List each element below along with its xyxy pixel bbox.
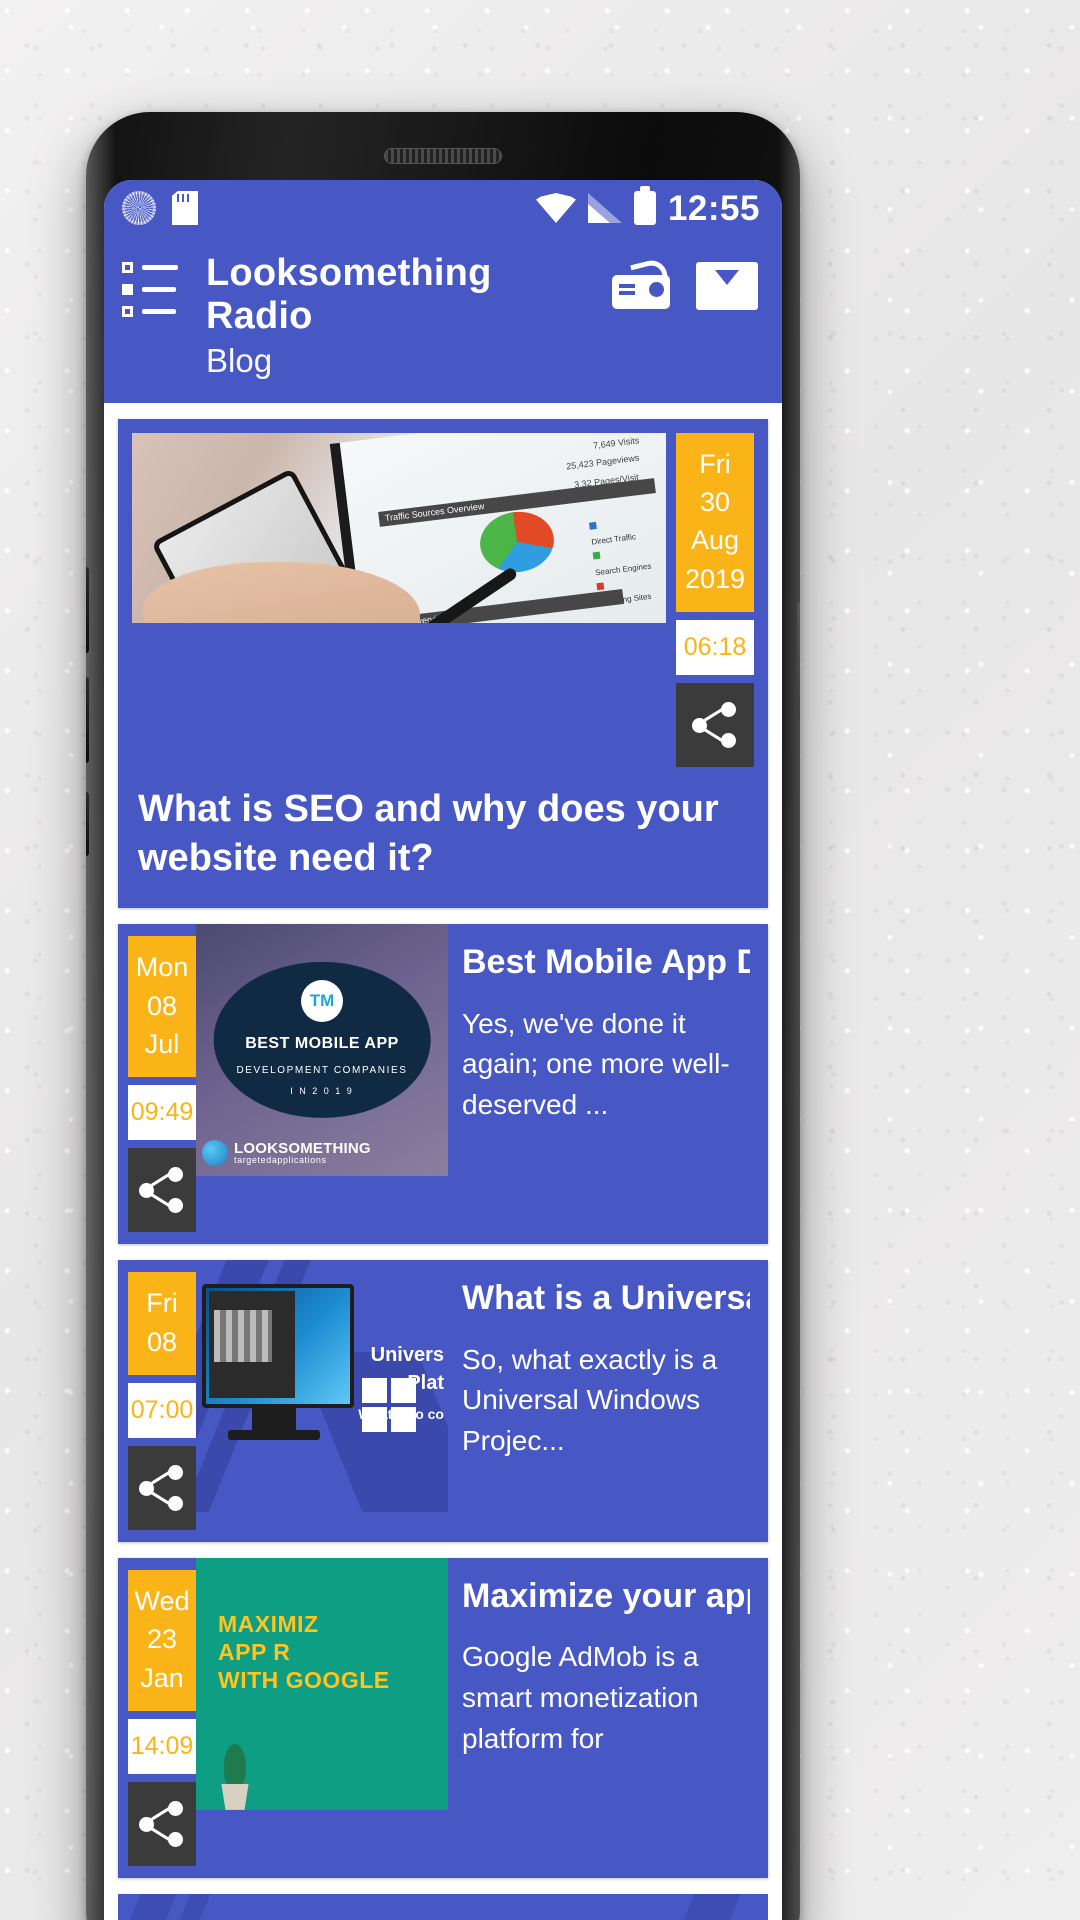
post-date-weekday-0: Mon xyxy=(135,952,189,983)
post-time-badge-0: 09:49 xyxy=(128,1085,196,1141)
thumb-line2-1: Plat xyxy=(407,1372,444,1395)
app-bar-titles: Looksomething Radio Blog xyxy=(192,252,598,381)
hero-meta-column: Fri 30 Aug 2019 06:18 xyxy=(676,432,754,767)
signal-icon xyxy=(587,193,622,223)
promo-banner[interactable]: Get your own Mobile App xyxy=(118,1893,768,1920)
post-meta-column-1: Fri 08 07:00 xyxy=(118,1260,196,1542)
app-bar: Looksomething Radio Blog xyxy=(104,236,782,403)
hero-post-image: 7,649 Visits 25,423 Pageviews 3.32 Pages… xyxy=(132,432,666,623)
hero-post-title: What is SEO and why does your website ne… xyxy=(138,788,719,879)
wifi-icon xyxy=(535,193,576,223)
post-share-button-1[interactable] xyxy=(128,1445,196,1530)
post-thumbnail-0: TM BEST MOBILE APP DEVELOPMENT COMPANIES… xyxy=(196,924,448,1177)
post-title-1: What is a Universal Windows Platfor... xyxy=(462,1279,750,1318)
app-bar-actions xyxy=(612,252,758,310)
share-icon xyxy=(692,702,738,748)
post-time-badge-1: 07:00 xyxy=(128,1382,196,1438)
power-button[interactable] xyxy=(797,602,800,718)
post-date-month-0: Jul xyxy=(144,1028,180,1059)
post-title-0: Best Mobile App Development Co... xyxy=(462,943,750,982)
hero-date-badge: Fri 30 Aug 2019 xyxy=(676,432,754,612)
post-share-button-2[interactable] xyxy=(128,1781,196,1866)
plant-graphic xyxy=(206,1736,262,1810)
post-date-weekday-1: Fri xyxy=(146,1288,178,1319)
post-thumbnail-1: Univers Plat What's so co xyxy=(196,1260,448,1513)
post-desc-0: Yes, we've done it again; one more well-… xyxy=(462,1007,730,1120)
thumb-line2-0: DEVELOPMENT COMPANIES xyxy=(236,1065,408,1077)
thumb-line1-1: Univers xyxy=(370,1344,444,1367)
post-meta-column-2: Wed 23 Jan 14:09 xyxy=(118,1558,196,1878)
post-text-2: Maximize your app revenue with ... Googl… xyxy=(448,1558,768,1878)
post-date-day-2: 23 xyxy=(146,1624,178,1655)
hero-post-card[interactable]: 7,649 Visits 25,423 Pageviews 3.32 Pages… xyxy=(118,418,768,909)
mail-icon[interactable] xyxy=(696,262,758,310)
hero-share-button[interactable] xyxy=(676,683,754,767)
status-bar-right: 12:55 xyxy=(535,188,760,228)
hamburger-menu-icon[interactable] xyxy=(122,252,178,328)
thumb-brand-0: LOOKSOMETHING targetedapplications xyxy=(202,1139,442,1167)
thumb-badge-0: TM xyxy=(301,979,343,1022)
battery-icon xyxy=(633,191,656,225)
volume-down-button[interactable] xyxy=(86,677,89,763)
post-date-day-1: 08 xyxy=(146,1326,178,1357)
hero-date-weekday: Fri xyxy=(699,448,731,479)
post-share-button-0[interactable] xyxy=(128,1148,196,1233)
share-icon xyxy=(139,1167,185,1214)
page-subtitle: Blog xyxy=(206,342,273,380)
post-text-0: Best Mobile App Development Co... Yes, w… xyxy=(448,924,768,1244)
thumb-brand-tag-0: targetedapplications xyxy=(234,1155,327,1166)
globe-icon xyxy=(202,1140,228,1167)
post-desc-2: Google AdMob is a smart monetization pla… xyxy=(462,1641,699,1754)
post-card-2[interactable]: Wed 23 Jan 14:09 MAXIMIZ APP R WITH GOOG… xyxy=(118,1557,768,1878)
post-thumbnail-2: MAXIMIZ APP R WITH GOOGLE xyxy=(196,1557,448,1810)
status-bar-clock: 12:55 xyxy=(667,188,760,228)
phone-device: 12:55 Looksomething Radio Blog 7,649 Vis… xyxy=(86,112,800,1920)
status-bar: 12:55 xyxy=(104,180,782,236)
hero-date-month: Aug xyxy=(690,525,740,556)
assistant-button[interactable] xyxy=(86,792,89,856)
status-bar-left xyxy=(122,191,198,225)
hero-time-badge: 06:18 xyxy=(676,620,754,675)
hero-date-day: 30 xyxy=(699,487,731,518)
earpiece-speaker xyxy=(384,148,502,164)
post-text-1: What is a Universal Windows Platfor... S… xyxy=(448,1260,768,1542)
page-title: Looksomething Radio xyxy=(206,252,492,337)
brightness-icon xyxy=(122,191,156,225)
post-date-badge-0: Mon 08 Jul xyxy=(128,936,196,1078)
volume-up-button[interactable] xyxy=(86,567,89,653)
post-card-0[interactable]: Mon 08 Jul 09:49 TM BEST MOBILE APP DEVE… xyxy=(118,924,768,1245)
thumb-line2-2: APP R xyxy=(218,1638,291,1665)
post-time-badge-2: 14:09 xyxy=(128,1718,196,1774)
post-date-month-2: Jan xyxy=(140,1662,184,1693)
hero-date-year: 2019 xyxy=(684,563,746,594)
thumb-line1-0: BEST MOBILE APP xyxy=(245,1035,399,1053)
post-meta-column-0: Mon 08 Jul 09:49 xyxy=(118,924,196,1244)
share-icon xyxy=(139,1800,185,1847)
post-card-1[interactable]: Fri 08 07:00 Univers Plat What's so co W… xyxy=(118,1260,768,1542)
post-date-badge-2: Wed 23 Jan xyxy=(128,1569,196,1711)
thumb-line3-0: I N 2 0 1 9 xyxy=(290,1085,354,1096)
thumb-brand-name-0: LOOKSOMETHING xyxy=(234,1139,371,1157)
post-feed[interactable]: 7,649 Visits 25,423 Pageviews 3.32 Pages… xyxy=(104,402,782,1920)
thumb-line1-2: MAXIMIZ xyxy=(218,1610,319,1637)
phone-screen: 12:55 Looksomething Radio Blog 7,649 Vis… xyxy=(104,180,782,1920)
sd-card-icon xyxy=(172,191,198,225)
post-date-weekday-2: Wed xyxy=(134,1585,190,1616)
post-date-day-0: 08 xyxy=(146,990,178,1021)
thumb-line3-2: WITH GOOGLE xyxy=(218,1666,390,1693)
post-title-2: Maximize your app revenue with ... xyxy=(462,1576,750,1615)
post-desc-1: So, what exactly is a Universal Windows … xyxy=(462,1343,718,1456)
thumb-line3-1: What's so co xyxy=(358,1406,444,1423)
radio-icon[interactable] xyxy=(612,257,670,309)
share-icon xyxy=(139,1464,185,1511)
post-date-badge-1: Fri 08 xyxy=(128,1272,196,1375)
